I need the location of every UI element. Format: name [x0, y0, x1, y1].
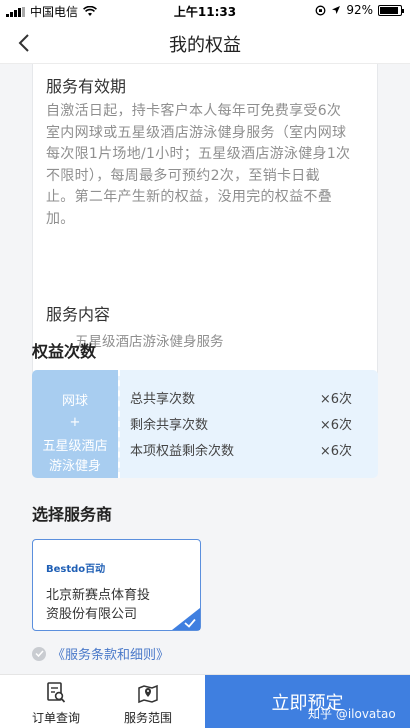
order-query-label: 订单查询: [31, 711, 80, 725]
benefit-detail-card: 服务有效期 自激活日起，持卡客户本人每年可免费享受6次 室内网球或五星级酒店游泳…: [32, 64, 378, 376]
benefit-type-swim: 游泳健身: [48, 459, 101, 474]
battery-icon: [378, 4, 404, 16]
validity-line: 自激活日起，持卡客户本人每年可免费享受6次: [46, 103, 342, 119]
watermark: 知乎 @ilovatao: [308, 707, 396, 721]
benefit-row: 总共享次数 ×6次: [130, 388, 352, 407]
provider-title: 选择服务商: [32, 505, 113, 524]
benefit-type-hotel: 五星级酒店: [42, 439, 108, 454]
benefit-row: 剩余共享次数 ×6次: [130, 414, 352, 433]
location-icon: [332, 6, 341, 14]
benefit-count-title: 权益次数: [32, 342, 97, 361]
benefit-row-value: ×6次: [319, 392, 352, 407]
rotation-lock-icon: [315, 5, 326, 15]
validity-text: 自激活日起，持卡客户本人每年可免费享受6次 室内网球或五星级酒店游泳健身服务（室…: [46, 101, 371, 230]
benefit-row-value: ×6次: [319, 444, 352, 459]
service-scope-tab[interactable]: 服务范围: [113, 681, 183, 726]
terms-label[interactable]: 《服务条款和细则》: [52, 644, 169, 663]
benefit-row: 本项权益剩余次数 ×6次: [130, 440, 352, 459]
benefit-row-value: ×6次: [319, 418, 352, 433]
page-title: 我的权益: [169, 35, 241, 56]
validity-line: 室内网球或五星级酒店游泳健身服务（室内网球: [46, 124, 347, 141]
provider-card[interactable]: Bestdo百动 北京新赛点体育投 资股份有限公司: [32, 539, 201, 631]
service-content-item: 五星级酒店游泳健身服务: [75, 334, 224, 350]
status-right: 92%: [315, 3, 404, 17]
benefit-row-label: 剩余共享次数: [130, 418, 209, 433]
validity-title: 服务有效期: [46, 77, 127, 96]
benefit-type-plus: +: [69, 415, 81, 430]
benefit-type-panel: 网球 + 五星级酒店 游泳健身: [32, 370, 118, 478]
validity-line: 每次限1片场地/1小时；五星级酒店游泳健身1次: [46, 146, 351, 162]
terms-checkbox-icon[interactable]: [32, 646, 46, 661]
terms-link[interactable]: 《服务条款和细则》: [32, 644, 169, 663]
map-pin-icon: [113, 681, 183, 705]
validity-line: 加。: [46, 210, 75, 227]
benefit-type-tennis: 网球: [61, 394, 88, 409]
content-area[interactable]: 服务有效期 自激活日起，持卡客户本人每年可免费享受6次 室内网球或五星级酒店游泳…: [0, 64, 410, 674]
provider-name-line: 北京新赛点体育投: [46, 588, 151, 603]
provider-logo: Bestdo百动: [46, 564, 106, 575]
benefit-row-label: 本项权益剩余次数: [130, 444, 235, 459]
status-bar: 中国电信 上午11:33 92%: [0, 0, 410, 22]
selected-check-icon: [172, 608, 200, 630]
service-content-title: 服务内容: [46, 305, 111, 324]
benefit-count-card: 网球 + 五星级酒店 游泳健身 总共享次数 ×6次 剩余共享次数 ×6次 本项权…: [32, 370, 378, 478]
validity-line: 不限时），每周最多可预约2次，至销卡日截: [46, 167, 320, 184]
benefit-row-label: 总共享次数: [130, 392, 196, 407]
validity-line: 止。第二年产生新的权益，没用完的权益不叠: [46, 189, 332, 205]
nav-bar: 我的权益: [0, 22, 410, 64]
order-query-tab[interactable]: 订单查询: [21, 681, 91, 726]
service-scope-label: 服务范围: [123, 711, 172, 725]
battery-percent: 92%: [346, 3, 373, 17]
order-search-icon: [21, 681, 91, 705]
dashed-divider: [118, 370, 120, 478]
